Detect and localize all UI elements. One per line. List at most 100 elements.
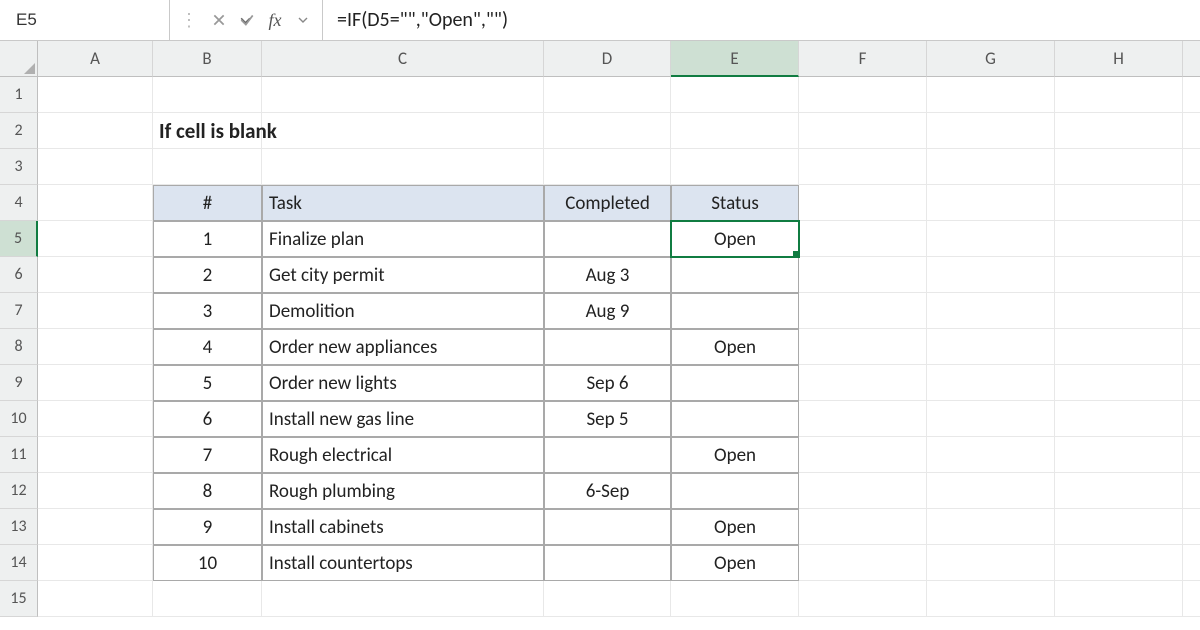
cell[interactable] (38, 113, 153, 149)
column-header[interactable]: D (544, 41, 671, 77)
row-header[interactable]: 10 (0, 401, 38, 437)
cell[interactable] (1055, 257, 1183, 293)
select-all-button[interactable] (0, 41, 38, 77)
cell[interactable] (1183, 149, 1200, 185)
cell[interactable]: 5 (153, 365, 262, 401)
cell[interactable] (38, 149, 153, 185)
cell[interactable]: Install countertops (262, 545, 544, 581)
cell[interactable] (799, 257, 927, 293)
cell[interactable] (544, 509, 671, 545)
cell[interactable] (1183, 293, 1200, 329)
row-header[interactable]: 15 (0, 581, 38, 617)
cell[interactable]: Open (671, 221, 799, 257)
cell[interactable] (38, 437, 153, 473)
row-header[interactable]: 4 (0, 185, 38, 221)
column-header[interactable]: F (799, 41, 927, 77)
cell[interactable] (927, 509, 1055, 545)
cell[interactable] (38, 401, 153, 437)
cell[interactable] (38, 221, 153, 257)
cell[interactable]: Open (671, 509, 799, 545)
cell[interactable] (1055, 437, 1183, 473)
formula-input[interactable]: =IF(D5="","Open","") (323, 0, 1200, 40)
cell[interactable] (153, 581, 262, 617)
cell[interactable]: Sep 5 (544, 401, 671, 437)
cell[interactable] (799, 401, 927, 437)
cell[interactable]: 2 (153, 257, 262, 293)
insert-function-button[interactable]: fx (262, 7, 288, 33)
cell[interactable] (799, 473, 927, 509)
cell[interactable]: Sep 6 (544, 365, 671, 401)
cell[interactable] (799, 437, 927, 473)
cell[interactable] (927, 545, 1055, 581)
cell[interactable] (1183, 473, 1200, 509)
cell[interactable] (544, 113, 671, 149)
column-header[interactable]: B (153, 41, 262, 77)
cell[interactable] (38, 77, 153, 113)
cell[interactable] (927, 293, 1055, 329)
row-header[interactable]: 13 (0, 509, 38, 545)
cell[interactable] (38, 365, 153, 401)
cell[interactable]: 1 (153, 221, 262, 257)
cell[interactable]: Order new appliances (262, 329, 544, 365)
cell[interactable] (153, 149, 262, 185)
cell[interactable] (262, 77, 544, 113)
cell[interactable] (38, 473, 153, 509)
cell[interactable] (671, 401, 799, 437)
column-header[interactable]: A (38, 41, 153, 77)
cell[interactable] (38, 329, 153, 365)
cell[interactable] (671, 77, 799, 113)
formula-expand-button[interactable] (290, 7, 316, 33)
cancel-formula-button[interactable] (206, 7, 232, 33)
row-header[interactable]: 8 (0, 329, 38, 365)
cell[interactable] (1055, 185, 1183, 221)
cell[interactable] (671, 293, 799, 329)
cell[interactable] (799, 221, 927, 257)
cell[interactable]: 8 (153, 473, 262, 509)
cell[interactable] (927, 221, 1055, 257)
cell[interactable] (927, 113, 1055, 149)
cell[interactable] (671, 257, 799, 293)
cell[interactable]: Open (671, 545, 799, 581)
cell[interactable] (1183, 401, 1200, 437)
cell[interactable] (262, 149, 544, 185)
column-header[interactable]: G (927, 41, 1055, 77)
cell[interactable]: 3 (153, 293, 262, 329)
row-header[interactable]: 6 (0, 257, 38, 293)
cell[interactable] (1183, 185, 1200, 221)
cell[interactable] (671, 473, 799, 509)
cell[interactable] (38, 293, 153, 329)
cell[interactable] (927, 257, 1055, 293)
cell[interactable] (927, 437, 1055, 473)
cell[interactable]: Open (671, 437, 799, 473)
row-header[interactable]: 1 (0, 77, 38, 113)
cell[interactable]: 9 (153, 509, 262, 545)
cell[interactable]: Rough plumbing (262, 473, 544, 509)
cell[interactable] (799, 113, 927, 149)
cell[interactable] (799, 545, 927, 581)
cell[interactable] (1183, 437, 1200, 473)
cell[interactable] (671, 365, 799, 401)
cell[interactable] (927, 473, 1055, 509)
cell[interactable] (1183, 221, 1200, 257)
cell[interactable] (38, 581, 153, 617)
cell[interactable] (1183, 545, 1200, 581)
row-header[interactable]: 5 (0, 221, 38, 257)
cell[interactable] (799, 149, 927, 185)
row-header[interactable]: 11 (0, 437, 38, 473)
cell[interactable] (262, 113, 544, 149)
cell[interactable] (927, 77, 1055, 113)
cell[interactable] (1183, 113, 1200, 149)
cell[interactable] (1183, 329, 1200, 365)
cell[interactable] (1055, 293, 1183, 329)
row-header[interactable]: 2 (0, 113, 38, 149)
cell[interactable]: Demolition (262, 293, 544, 329)
cell[interactable]: Order new lights (262, 365, 544, 401)
cell[interactable] (1055, 545, 1183, 581)
cell[interactable] (544, 77, 671, 113)
cell[interactable] (1055, 221, 1183, 257)
cell[interactable] (1055, 77, 1183, 113)
cell[interactable] (38, 257, 153, 293)
cell[interactable] (544, 545, 671, 581)
cell[interactable] (1055, 113, 1183, 149)
cell[interactable]: Get city permit (262, 257, 544, 293)
